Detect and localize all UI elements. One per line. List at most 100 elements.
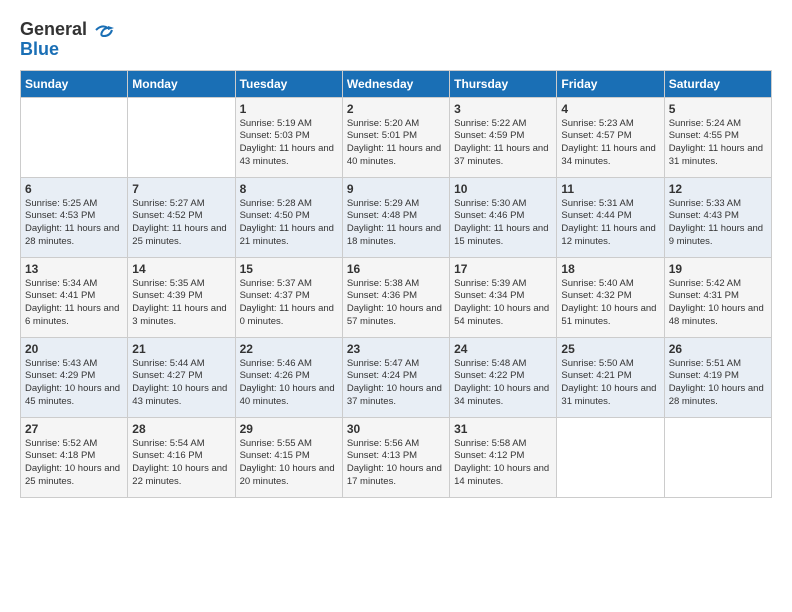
day-number: 20 [25, 342, 123, 356]
day-number: 13 [25, 262, 123, 276]
logo-bird-icon [94, 22, 114, 38]
day-number: 6 [25, 182, 123, 196]
header: General Blue [20, 20, 772, 60]
day-cell: 22 Sunrise: 5:46 AMSunset: 4:26 PMDaylig… [235, 337, 342, 417]
cell-info: Sunrise: 5:24 AMSunset: 4:55 PMDaylight:… [669, 118, 763, 167]
cell-info: Sunrise: 5:34 AMSunset: 4:41 PMDaylight:… [25, 278, 119, 327]
day-cell: 5 Sunrise: 5:24 AMSunset: 4:55 PMDayligh… [664, 97, 771, 177]
cell-info: Sunrise: 5:31 AMSunset: 4:44 PMDaylight:… [561, 198, 655, 247]
header-cell-saturday: Saturday [664, 70, 771, 97]
logo-blue: Blue [20, 40, 59, 60]
day-number: 9 [347, 182, 445, 196]
cell-info: Sunrise: 5:29 AMSunset: 4:48 PMDaylight:… [347, 198, 441, 247]
day-cell: 13 Sunrise: 5:34 AMSunset: 4:41 PMDaylig… [21, 257, 128, 337]
cell-info: Sunrise: 5:19 AMSunset: 5:03 PMDaylight:… [240, 118, 334, 167]
cell-info: Sunrise: 5:46 AMSunset: 4:26 PMDaylight:… [240, 358, 335, 407]
day-cell: 1 Sunrise: 5:19 AMSunset: 5:03 PMDayligh… [235, 97, 342, 177]
day-number: 28 [132, 422, 230, 436]
day-cell: 17 Sunrise: 5:39 AMSunset: 4:34 PMDaylig… [450, 257, 557, 337]
day-cell: 10 Sunrise: 5:30 AMSunset: 4:46 PMDaylig… [450, 177, 557, 257]
day-number: 3 [454, 102, 552, 116]
day-cell [21, 97, 128, 177]
day-number: 14 [132, 262, 230, 276]
cell-info: Sunrise: 5:20 AMSunset: 5:01 PMDaylight:… [347, 118, 441, 167]
day-number: 5 [669, 102, 767, 116]
day-cell: 31 Sunrise: 5:58 AMSunset: 4:12 PMDaylig… [450, 417, 557, 497]
day-number: 16 [347, 262, 445, 276]
header-cell-wednesday: Wednesday [342, 70, 449, 97]
cell-info: Sunrise: 5:40 AMSunset: 4:32 PMDaylight:… [561, 278, 656, 327]
day-cell: 29 Sunrise: 5:55 AMSunset: 4:15 PMDaylig… [235, 417, 342, 497]
day-cell: 20 Sunrise: 5:43 AMSunset: 4:29 PMDaylig… [21, 337, 128, 417]
day-cell [128, 97, 235, 177]
cell-info: Sunrise: 5:28 AMSunset: 4:50 PMDaylight:… [240, 198, 334, 247]
cell-info: Sunrise: 5:52 AMSunset: 4:18 PMDaylight:… [25, 438, 120, 487]
day-number: 21 [132, 342, 230, 356]
day-number: 18 [561, 262, 659, 276]
day-cell: 21 Sunrise: 5:44 AMSunset: 4:27 PMDaylig… [128, 337, 235, 417]
cell-info: Sunrise: 5:35 AMSunset: 4:39 PMDaylight:… [132, 278, 226, 327]
cell-info: Sunrise: 5:23 AMSunset: 4:57 PMDaylight:… [561, 118, 655, 167]
day-number: 22 [240, 342, 338, 356]
day-cell: 26 Sunrise: 5:51 AMSunset: 4:19 PMDaylig… [664, 337, 771, 417]
cell-info: Sunrise: 5:58 AMSunset: 4:12 PMDaylight:… [454, 438, 549, 487]
header-row: SundayMondayTuesdayWednesdayThursdayFrid… [21, 70, 772, 97]
day-number: 19 [669, 262, 767, 276]
header-cell-tuesday: Tuesday [235, 70, 342, 97]
day-cell: 16 Sunrise: 5:38 AMSunset: 4:36 PMDaylig… [342, 257, 449, 337]
week-row-2: 6 Sunrise: 5:25 AMSunset: 4:53 PMDayligh… [21, 177, 772, 257]
day-cell [557, 417, 664, 497]
cell-info: Sunrise: 5:47 AMSunset: 4:24 PMDaylight:… [347, 358, 442, 407]
day-number: 17 [454, 262, 552, 276]
cell-info: Sunrise: 5:56 AMSunset: 4:13 PMDaylight:… [347, 438, 442, 487]
cell-info: Sunrise: 5:50 AMSunset: 4:21 PMDaylight:… [561, 358, 656, 407]
week-row-5: 27 Sunrise: 5:52 AMSunset: 4:18 PMDaylig… [21, 417, 772, 497]
day-cell: 30 Sunrise: 5:56 AMSunset: 4:13 PMDaylig… [342, 417, 449, 497]
day-cell: 2 Sunrise: 5:20 AMSunset: 5:01 PMDayligh… [342, 97, 449, 177]
header-cell-monday: Monday [128, 70, 235, 97]
day-cell: 27 Sunrise: 5:52 AMSunset: 4:18 PMDaylig… [21, 417, 128, 497]
cell-info: Sunrise: 5:39 AMSunset: 4:34 PMDaylight:… [454, 278, 549, 327]
header-cell-thursday: Thursday [450, 70, 557, 97]
cell-info: Sunrise: 5:51 AMSunset: 4:19 PMDaylight:… [669, 358, 764, 407]
day-number: 12 [669, 182, 767, 196]
cell-info: Sunrise: 5:22 AMSunset: 4:59 PMDaylight:… [454, 118, 548, 167]
day-number: 27 [25, 422, 123, 436]
day-cell: 15 Sunrise: 5:37 AMSunset: 4:37 PMDaylig… [235, 257, 342, 337]
day-cell: 4 Sunrise: 5:23 AMSunset: 4:57 PMDayligh… [557, 97, 664, 177]
cell-info: Sunrise: 5:38 AMSunset: 4:36 PMDaylight:… [347, 278, 442, 327]
cell-info: Sunrise: 5:27 AMSunset: 4:52 PMDaylight:… [132, 198, 226, 247]
cell-info: Sunrise: 5:43 AMSunset: 4:29 PMDaylight:… [25, 358, 120, 407]
day-cell: 19 Sunrise: 5:42 AMSunset: 4:31 PMDaylig… [664, 257, 771, 337]
cell-info: Sunrise: 5:25 AMSunset: 4:53 PMDaylight:… [25, 198, 119, 247]
day-number: 29 [240, 422, 338, 436]
header-cell-friday: Friday [557, 70, 664, 97]
week-row-1: 1 Sunrise: 5:19 AMSunset: 5:03 PMDayligh… [21, 97, 772, 177]
day-cell [664, 417, 771, 497]
cell-info: Sunrise: 5:42 AMSunset: 4:31 PMDaylight:… [669, 278, 764, 327]
cell-info: Sunrise: 5:48 AMSunset: 4:22 PMDaylight:… [454, 358, 549, 407]
day-cell: 9 Sunrise: 5:29 AMSunset: 4:48 PMDayligh… [342, 177, 449, 257]
day-number: 26 [669, 342, 767, 356]
day-number: 25 [561, 342, 659, 356]
week-row-4: 20 Sunrise: 5:43 AMSunset: 4:29 PMDaylig… [21, 337, 772, 417]
day-number: 2 [347, 102, 445, 116]
day-cell: 6 Sunrise: 5:25 AMSunset: 4:53 PMDayligh… [21, 177, 128, 257]
logo-svg: General Blue [20, 20, 114, 60]
day-cell: 18 Sunrise: 5:40 AMSunset: 4:32 PMDaylig… [557, 257, 664, 337]
day-number: 7 [132, 182, 230, 196]
cell-info: Sunrise: 5:30 AMSunset: 4:46 PMDaylight:… [454, 198, 548, 247]
day-number: 15 [240, 262, 338, 276]
day-cell: 24 Sunrise: 5:48 AMSunset: 4:22 PMDaylig… [450, 337, 557, 417]
day-cell: 12 Sunrise: 5:33 AMSunset: 4:43 PMDaylig… [664, 177, 771, 257]
day-cell: 28 Sunrise: 5:54 AMSunset: 4:16 PMDaylig… [128, 417, 235, 497]
day-cell: 23 Sunrise: 5:47 AMSunset: 4:24 PMDaylig… [342, 337, 449, 417]
day-number: 31 [454, 422, 552, 436]
day-cell: 7 Sunrise: 5:27 AMSunset: 4:52 PMDayligh… [128, 177, 235, 257]
day-number: 1 [240, 102, 338, 116]
day-cell: 8 Sunrise: 5:28 AMSunset: 4:50 PMDayligh… [235, 177, 342, 257]
day-number: 23 [347, 342, 445, 356]
cell-info: Sunrise: 5:44 AMSunset: 4:27 PMDaylight:… [132, 358, 227, 407]
week-row-3: 13 Sunrise: 5:34 AMSunset: 4:41 PMDaylig… [21, 257, 772, 337]
day-cell: 11 Sunrise: 5:31 AMSunset: 4:44 PMDaylig… [557, 177, 664, 257]
